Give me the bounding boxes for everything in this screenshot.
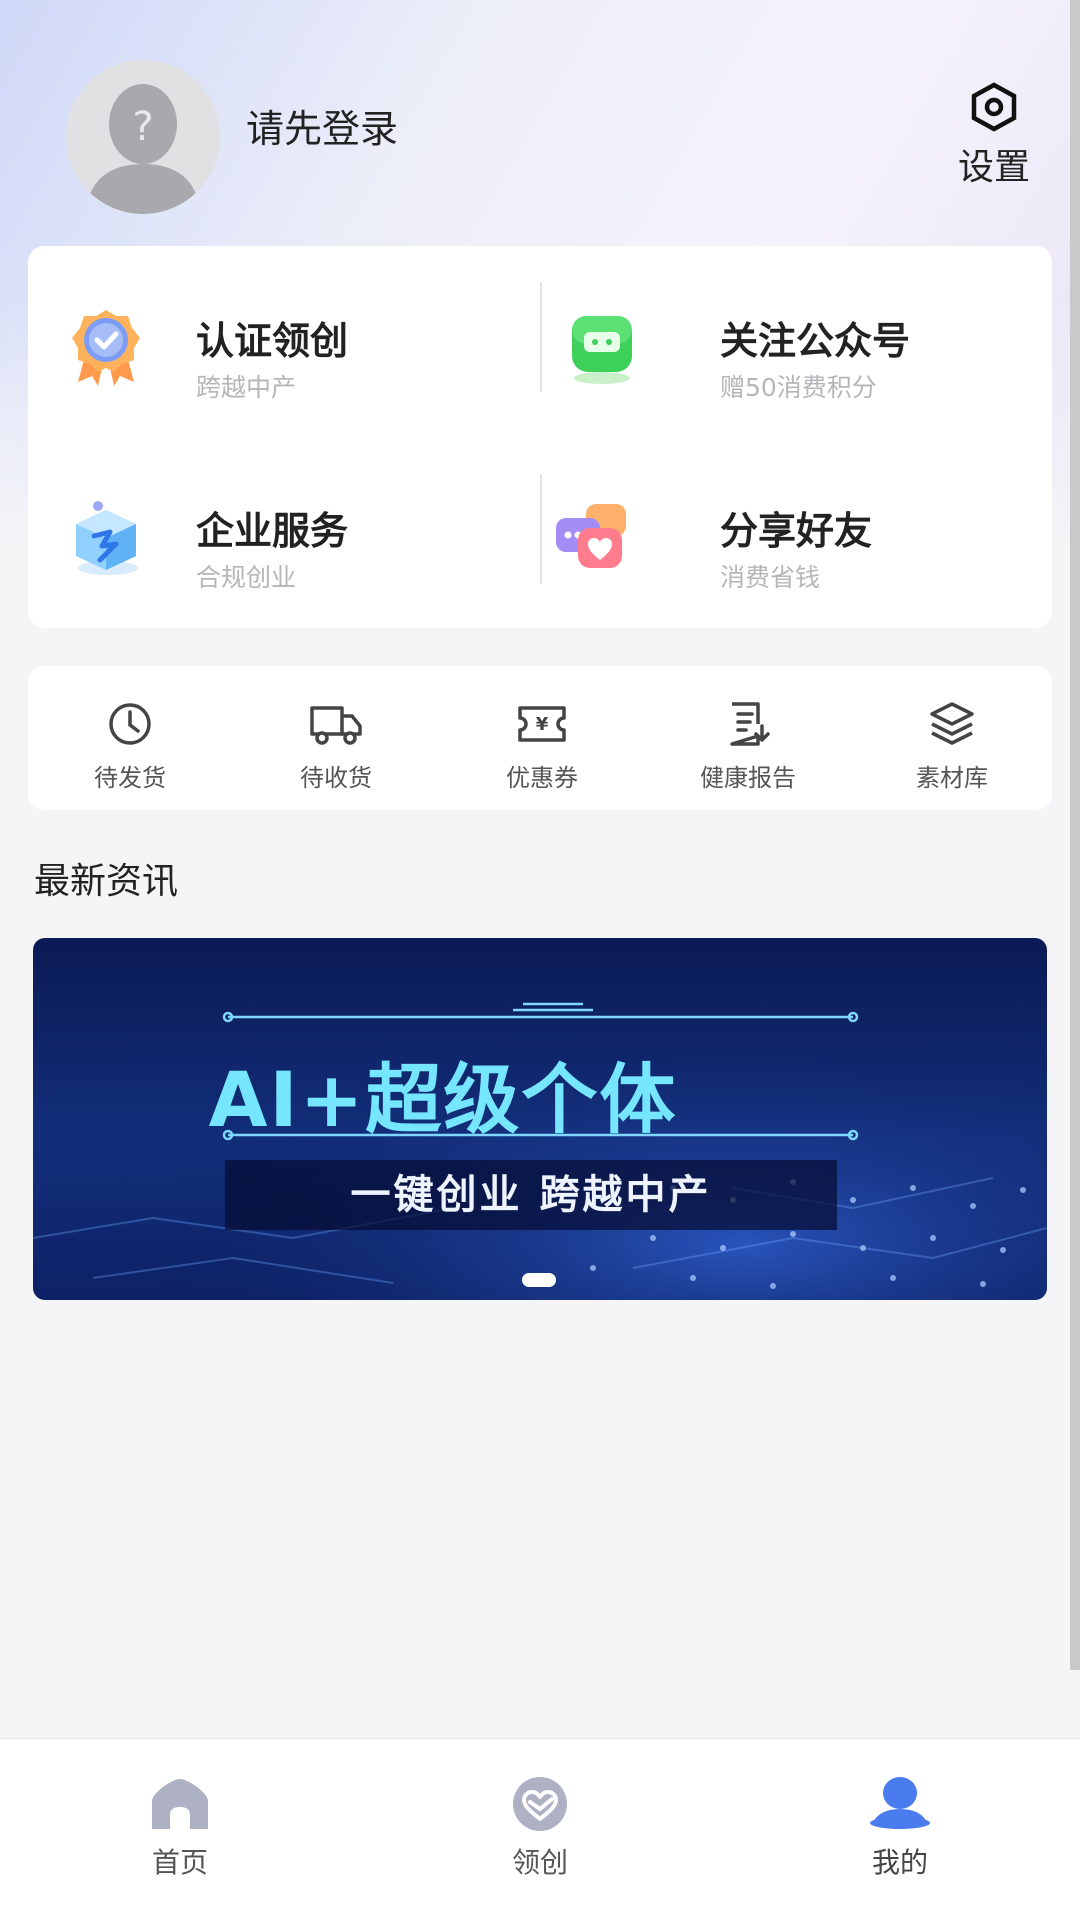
feature-share-friends[interactable]: 分享好友 消费省钱 [552, 466, 1032, 616]
login-prompt[interactable]: 请先登录 [246, 98, 398, 153]
tab-label: 我的 [871, 1846, 928, 1879]
feature-title: 分享好友 [720, 509, 873, 553]
feature-certify[interactable]: 认证领创 跨越中产 [28, 276, 508, 426]
bottom-tab-bar: 首页 领创 我的 [0, 1738, 1080, 1921]
quick-label: 素材库 [916, 764, 988, 792]
scrollbar[interactable] [1070, 0, 1080, 1670]
feature-title: 认证领创 [196, 319, 349, 363]
settings-icon [971, 82, 1017, 132]
tab-home[interactable]: 首页 [80, 1739, 280, 1889]
banner-subtitle: 一键创业 跨越中产 [225, 1160, 837, 1230]
divider [540, 474, 542, 584]
quick-material-library[interactable]: 素材库 [850, 666, 1054, 810]
carousel-indicator-dot[interactable] [522, 1273, 556, 1287]
quick-pending-receipt[interactable]: 待收货 [234, 666, 438, 810]
feature-subtitle: 跨越中产 [196, 373, 297, 402]
feature-subtitle: 赠50消费积分 [720, 373, 877, 402]
settings-label: 设置 [957, 147, 1030, 188]
feature-enterprise-service[interactable]: 企业服务 合规创业 [28, 466, 508, 616]
lingchuang-heart-icon [513, 1777, 567, 1831]
quick-coupons[interactable]: ¥ 优惠券 [440, 666, 644, 810]
truck-icon [310, 706, 362, 745]
svg-text:¥: ¥ [536, 714, 549, 735]
certified-badge-icon [72, 310, 140, 386]
tab-label: 领创 [511, 1846, 568, 1879]
profile-icon [870, 1777, 930, 1829]
news-banner[interactable]: AI+超级个体 一键创业 跨越中产 [33, 938, 1047, 1300]
quick-label: 优惠券 [506, 764, 578, 792]
feature-title: 关注公众号 [720, 319, 911, 363]
layers-icon [930, 702, 974, 745]
quick-label: 健康报告 [700, 764, 796, 792]
feature-follow-account[interactable]: 关注公众号 赠50消费积分 [552, 276, 1032, 426]
news-section-title: 最新资讯 [34, 861, 179, 902]
report-icon [730, 702, 770, 746]
banner-title: AI+超级个体 [208, 1055, 678, 1144]
settings-button[interactable]: 设置 [946, 82, 1042, 190]
avatar-placeholder-icon[interactable]: ? [66, 60, 220, 214]
wechat-chat-icon [572, 316, 632, 384]
home-icon [152, 1779, 208, 1829]
feature-title: 企业服务 [196, 509, 349, 553]
feature-subtitle: 消费省钱 [720, 563, 821, 592]
clock-icon [109, 703, 151, 745]
quick-health-report[interactable]: 健康报告 [646, 666, 850, 810]
divider [540, 282, 542, 392]
tab-label: 首页 [151, 1846, 208, 1879]
enterprise-cube-icon [76, 501, 138, 575]
coupon-icon: ¥ [518, 706, 566, 742]
quick-label: 待收货 [300, 764, 372, 792]
feature-card: 认证领创 跨越中产 关注公众号 赠50消费积分 企业服务 合规创业 分享好友 消… [28, 246, 1052, 628]
tab-lingchuang[interactable]: 领创 [440, 1739, 640, 1889]
svg-text:?: ? [132, 104, 153, 150]
share-hearts-icon [556, 504, 626, 568]
quick-actions-card: 待发货 待收货 ¥ 优惠券 健康报告 素材库 [28, 666, 1052, 810]
quick-pending-shipment[interactable]: 待发货 [28, 666, 232, 810]
quick-label: 待发货 [94, 764, 166, 792]
tab-mine[interactable]: 我的 [800, 1739, 1000, 1889]
feature-subtitle: 合规创业 [196, 563, 297, 592]
